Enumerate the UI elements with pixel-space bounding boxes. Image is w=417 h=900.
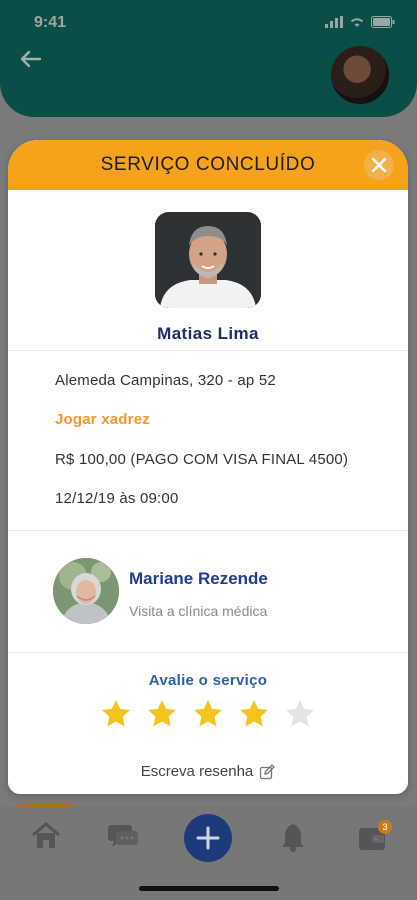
status-time: 9:41: [34, 14, 67, 31]
address-text: Alemeda Campinas, 320 - ap 52: [55, 372, 276, 389]
divider: [8, 530, 408, 531]
back-arrow-icon[interactable]: [18, 46, 48, 76]
battery-icon: [371, 16, 395, 28]
professional-photo: [155, 212, 261, 308]
professional-name: Matias Lima: [157, 324, 259, 343]
datetime-text: 12/12/19 às 09:00: [55, 490, 179, 507]
close-button[interactable]: [364, 150, 394, 180]
payment-text: R$ 100,00 (PAGO COM VISA FINAL 4500): [55, 451, 349, 468]
plus-icon: [196, 826, 220, 850]
client-photo: [53, 558, 119, 624]
wallet-badge: 3: [378, 820, 392, 834]
divider: [8, 652, 408, 653]
star-filled-icon[interactable]: [146, 698, 178, 730]
signal-icon: [325, 16, 343, 28]
nav-active-indicator: [18, 804, 74, 807]
chat-icon[interactable]: [106, 822, 140, 855]
home-icon[interactable]: [30, 822, 62, 855]
edit-icon: [260, 763, 276, 779]
modal-header: SERVIÇO CONCLUÍDO: [8, 140, 408, 190]
star-filled-icon[interactable]: [238, 698, 270, 730]
star-filled-icon[interactable]: [192, 698, 224, 730]
star-empty-icon[interactable]: [284, 698, 316, 730]
service-completed-modal: SERVIÇO CONCLUÍDO Matias Lima Alemeda Ca…: [8, 140, 408, 794]
star-rating[interactable]: [100, 698, 316, 730]
add-button[interactable]: [184, 814, 232, 862]
home-indicator: [139, 886, 279, 891]
status-bar: 9:41: [0, 0, 417, 44]
rate-service-label: Avalie o serviço: [148, 672, 268, 689]
wifi-icon: [350, 18, 364, 27]
close-icon: [371, 157, 387, 173]
write-review-button[interactable]: Escreva resenha: [8, 763, 408, 780]
service-name: Jogar xadrez: [55, 411, 150, 428]
user-avatar[interactable]: [329, 44, 391, 106]
modal-title: SERVIÇO CONCLUÍDO: [100, 154, 316, 175]
star-filled-icon[interactable]: [100, 698, 132, 730]
divider: [8, 350, 408, 351]
write-review-label: Escreva resenha: [140, 763, 254, 780]
bell-icon[interactable]: [280, 822, 306, 857]
status-icons: [325, 16, 395, 28]
client-name: Mariane Rezende: [129, 569, 268, 588]
client-subtitle: Visita a clínica médica: [129, 603, 268, 619]
